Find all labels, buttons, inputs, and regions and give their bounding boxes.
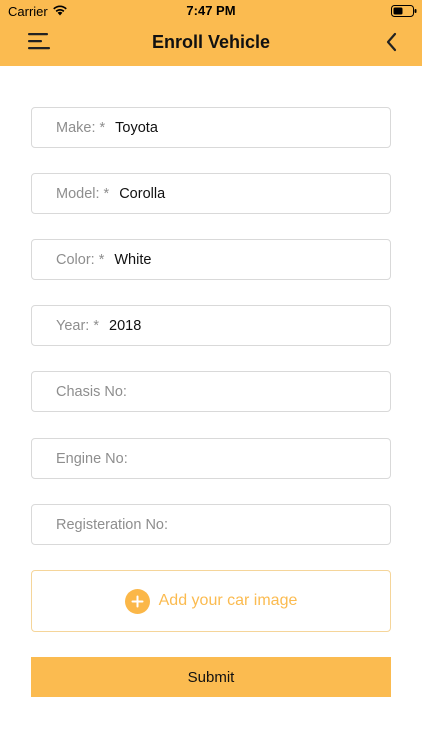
chevron-left-icon[interactable] xyxy=(382,30,402,54)
plus-circle-icon xyxy=(124,588,150,614)
model-value: Corolla xyxy=(119,185,166,202)
chasis-no-field[interactable]: Chasis No: xyxy=(31,371,391,412)
header: Carrier 7:47 PM Enroll Vehicle xyxy=(0,0,422,66)
status-bar: Carrier 7:47 PM xyxy=(0,0,422,22)
color-label: Color: * xyxy=(56,251,105,268)
registration-no-label: Registeration No: xyxy=(56,516,169,533)
engine-no-label: Engine No: xyxy=(56,450,128,467)
model-label: Model: * xyxy=(56,185,110,202)
color-value: White xyxy=(114,251,152,268)
status-time: 7:47 PM xyxy=(186,3,236,18)
chasis-no-label: Chasis No: xyxy=(56,383,127,400)
engine-no-field[interactable]: Engine No: xyxy=(31,438,391,479)
year-value: 2018 xyxy=(109,317,142,334)
submit-button[interactable]: Submit xyxy=(31,657,391,697)
page-title: Enroll Vehicle xyxy=(151,32,271,52)
year-label: Year: * xyxy=(56,317,99,334)
model-field[interactable]: Model: * Corolla xyxy=(31,173,391,214)
enroll-vehicle-screen: Carrier 7:47 PM Enroll Vehicle Make: * T… xyxy=(0,0,422,750)
make-field[interactable]: Make: * Toyota xyxy=(31,107,391,148)
add-car-image-button[interactable]: Add your car image xyxy=(31,570,391,632)
battery-icon xyxy=(391,5,417,17)
add-car-image-label: Add your car image xyxy=(158,592,298,609)
make-label: Make: * xyxy=(56,119,106,136)
make-value: Toyota xyxy=(115,119,158,136)
navigation-bar: Enroll Vehicle xyxy=(0,22,422,66)
color-field[interactable]: Color: * White xyxy=(31,239,391,280)
registration-no-field[interactable]: Registeration No: xyxy=(31,504,391,545)
year-field[interactable]: Year: * 2018 xyxy=(31,305,391,346)
